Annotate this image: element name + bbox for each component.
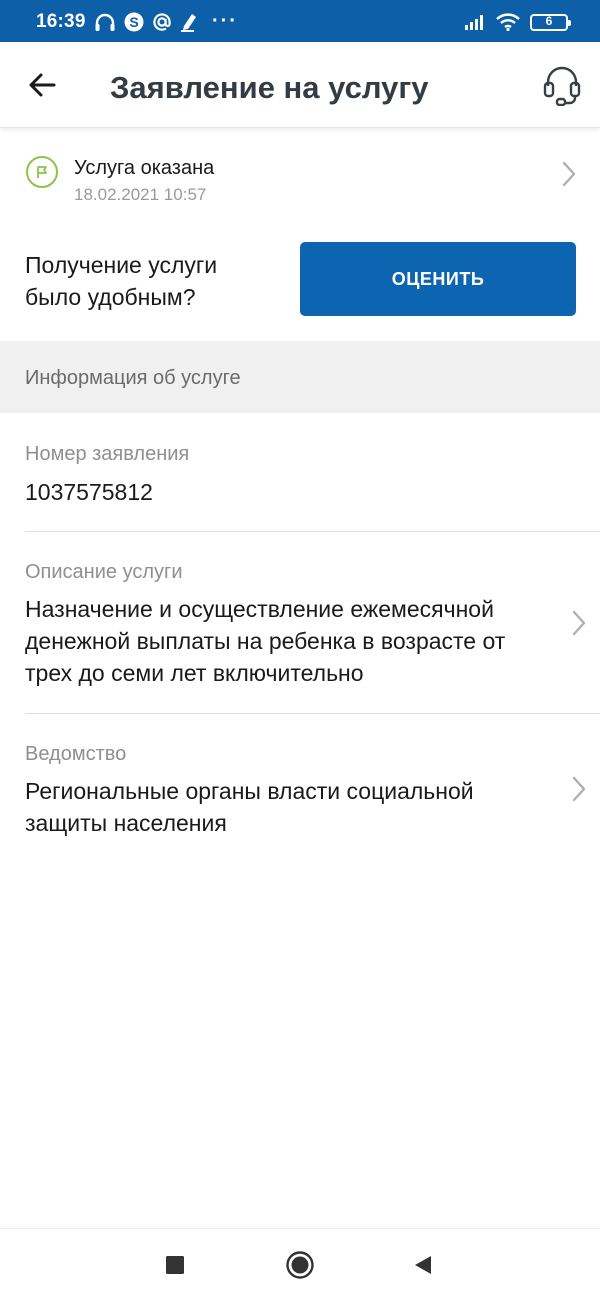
service-status-date: 18.02.2021 10:57 (74, 185, 207, 204)
info-item-number: Номер заявления 1037575812 (0, 413, 600, 531)
wifi-icon (496, 13, 520, 31)
headphones-icon (95, 13, 115, 31)
info-item-department[interactable]: Ведомство Региональные органы власти соц… (0, 714, 600, 854)
page-title: Заявление на услугу (110, 70, 429, 105)
battery-icon: 6 (530, 13, 571, 31)
back-button[interactable] (26, 68, 60, 102)
at-sign-icon (153, 13, 171, 31)
chevron-right-icon (562, 161, 576, 187)
service-status-row[interactable]: Услуга оказана 18.02.2021 10:57 (0, 128, 600, 212)
info-value: Назначение и осуществление ежемесячной д… (25, 596, 506, 686)
signal-icon (465, 15, 483, 30)
flag-icon-circle (26, 156, 58, 188)
section-header: Информация об услуге (0, 341, 600, 413)
rating-block: Получение услуги было удобным? ОЦЕНИТЬ (0, 232, 600, 332)
section-title: Информация об услуге (25, 367, 241, 389)
app-bar: Заявление на услугу (0, 42, 600, 128)
recents-button[interactable] (157, 1247, 193, 1283)
flag-icon (37, 166, 47, 178)
battery-level: 6 (545, 13, 553, 28)
info-value: Региональные органы власти социальной за… (25, 778, 474, 836)
chevron-right-icon (572, 610, 586, 636)
square-recents-icon (166, 1256, 184, 1274)
headset-icon (543, 66, 581, 107)
svg-text:S: S (129, 14, 138, 30)
chevron-right-icon (572, 776, 586, 802)
status-more-dots: ··· (212, 10, 238, 32)
skype-icon: S (124, 12, 144, 32)
system-back-button[interactable] (405, 1247, 441, 1283)
triangle-back-icon (415, 1256, 431, 1274)
arrow-left-icon (29, 73, 56, 97)
info-item-description[interactable]: Описание услуги Назначение и осуществлен… (0, 532, 600, 713)
status-bar: 16:39 S ··· 6 (0, 0, 600, 42)
support-button[interactable] (542, 64, 582, 107)
info-value: 1037575812 (25, 479, 153, 505)
rating-question: Получение услуги было удобным? (25, 252, 218, 310)
circle-home-icon (286, 1251, 314, 1279)
system-nav-bar (0, 1228, 600, 1299)
info-label: Ведомство (25, 743, 127, 765)
home-button[interactable] (282, 1247, 318, 1283)
info-label: Описание услуги (25, 561, 183, 583)
status-time: 16:39 (36, 11, 86, 32)
rate-button[interactable]: ОЦЕНИТЬ (300, 242, 576, 316)
info-label: Номер заявления (25, 443, 190, 465)
pen-icon (181, 14, 196, 32)
service-status-text: Услуга оказана (74, 157, 215, 179)
